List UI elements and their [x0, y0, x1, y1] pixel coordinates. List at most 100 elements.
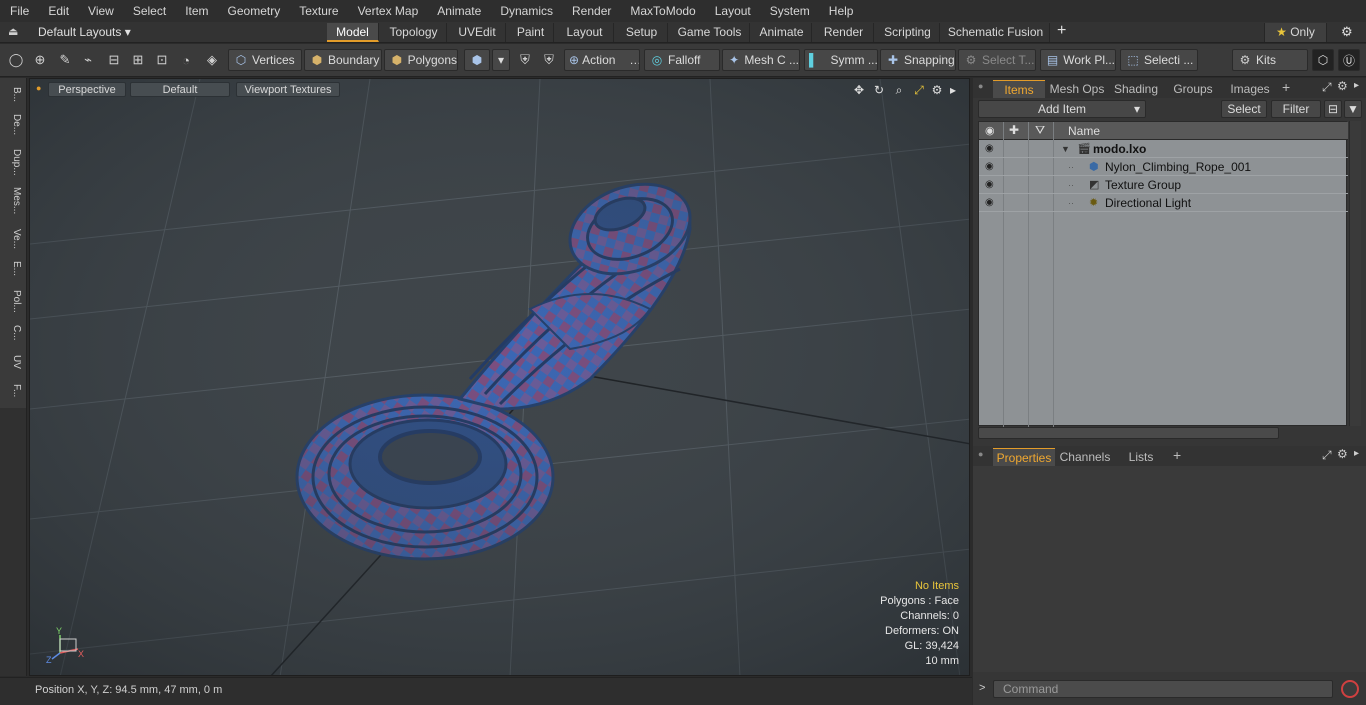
vtab-polygon[interactable]: Pol... — [4, 286, 22, 316]
items-vertical-scrollbar[interactable] — [1349, 121, 1361, 426]
expand-triangle-icon[interactable]: ▼ — [1061, 140, 1070, 158]
item-row-texture-group[interactable]: ◉ ·· ◩ Texture Group — [979, 176, 1348, 194]
vtab-vertex[interactable]: Ve... — [4, 226, 22, 252]
tab-mesh-ops[interactable]: Mesh Ops — [1049, 80, 1105, 98]
zoom-icon[interactable]: ⌕ — [891, 82, 907, 98]
tab-images[interactable]: Images — [1223, 80, 1277, 98]
snapping-button[interactable]: ✚ Snapping — [880, 49, 956, 71]
tab-setup[interactable]: Setup — [616, 23, 668, 42]
eye-icon[interactable]: ◉ — [985, 158, 999, 176]
menu-render[interactable]: Render — [562, 0, 620, 22]
add-item-button[interactable]: Add Item ▾ — [978, 100, 1146, 118]
item-row-scene[interactable]: ◉ ▼ 🎬︎ modo.lxo — [979, 140, 1348, 158]
vtab-edge[interactable]: E... — [4, 258, 22, 280]
tab-uvedit[interactable]: UVEdit — [449, 23, 506, 42]
layouts-dropdown[interactable]: Default Layouts ▾ — [38, 25, 131, 39]
vtab-curve[interactable]: C... — [4, 322, 22, 344]
perspective-button[interactable]: Perspective — [48, 82, 126, 97]
pen-icon[interactable]: ✎ — [55, 50, 75, 70]
vertices-button[interactable]: ⬡ Vertices — [228, 49, 302, 71]
tab-paint[interactable]: Paint — [508, 23, 554, 42]
menu-geometry[interactable]: Geometry — [218, 0, 290, 22]
tab-scripting[interactable]: Scripting — [876, 23, 940, 42]
menu-vertex-map[interactable]: Vertex Map — [348, 0, 428, 22]
tab-layout[interactable]: Layout — [556, 23, 614, 42]
eye-icon[interactable]: ◉ — [985, 176, 999, 194]
maximize-icon[interactable]: ⤢ — [911, 82, 927, 98]
panel-gear-icon[interactable]: ⚙ — [1337, 79, 1348, 93]
tab-schematic-fusion[interactable]: Schematic Fusion — [942, 23, 1050, 42]
rotate-icon[interactable]: ◔ — [176, 50, 196, 70]
menu-maxtomodo[interactable]: MaxToModo — [620, 0, 704, 22]
pivot-icon[interactable]: ⊡ — [152, 50, 172, 70]
panel-arrow-icon[interactable]: ▸ — [1354, 80, 1359, 91]
select-through-button[interactable]: ⚙ Select T... — [958, 49, 1036, 71]
add-props-tab-icon[interactable]: + — [1173, 447, 1181, 463]
center-icon[interactable]: ⊞ — [128, 50, 148, 70]
tab-channels[interactable]: Channels — [1057, 448, 1113, 466]
tab-game-tools[interactable]: Game Tools — [670, 23, 750, 42]
selection-sets-button[interactable]: ⬚ Selecti ... — [1120, 49, 1198, 71]
item-row-light[interactable]: ◉ ·· ✹ Directional Light — [979, 194, 1348, 212]
circle-select-icon[interactable]: ◯ — [6, 50, 26, 70]
type-header-icon[interactable]: ⛛ — [1035, 123, 1045, 138]
viewport-gear-icon[interactable]: ⚙ — [929, 82, 945, 98]
expand-right-icon[interactable]: ▸ — [945, 82, 961, 98]
item-mode-icon[interactable]: ◈ — [202, 50, 222, 70]
eye-icon[interactable]: ◉ — [985, 140, 999, 158]
tab-animate[interactable]: Animate — [752, 23, 812, 42]
work-plane-button[interactable]: ▤ Work Pl... — [1040, 49, 1116, 71]
menu-select[interactable]: Select — [123, 0, 175, 22]
menu-edit[interactable]: Edit — [38, 0, 78, 22]
mesh-constraint-button[interactable]: ✦ Mesh C ... — [722, 49, 800, 71]
layout-up-icon[interactable]: ⏏ — [8, 25, 18, 38]
3d-viewport[interactable]: Y X Z ● Perspective Default Viewport Tex… — [29, 78, 970, 676]
vtab-basic[interactable]: B... — [4, 84, 22, 106]
tab-properties[interactable]: Properties — [993, 448, 1055, 466]
brush-icon[interactable]: ⌁ — [78, 50, 98, 70]
lock-header-icon[interactable]: ✚ — [1009, 123, 1019, 137]
vtab-uv[interactable]: UV — [4, 352, 22, 372]
kits-button[interactable]: ⚙ Kits — [1232, 49, 1308, 71]
visibility-eye-icon[interactable]: ◉ — [985, 124, 995, 137]
item-row-mesh[interactable]: ◉ ·· ⬢ Nylon_Climbing_Rope_001 — [979, 158, 1348, 176]
pan-icon[interactable]: ✥ — [851, 82, 867, 98]
menu-view[interactable]: View — [78, 0, 123, 22]
menu-system[interactable]: System — [760, 0, 819, 22]
panel-dot-icon[interactable]: ● — [978, 81, 983, 91]
tab-items[interactable]: Items — [993, 80, 1045, 98]
panel-expand-icon[interactable]: ⤢ — [1322, 80, 1332, 95]
vtab-mesh-edit[interactable]: Mes... — [4, 184, 22, 218]
unreal-button[interactable]: Ⓤ — [1338, 49, 1360, 71]
material-dropdown[interactable]: ▾ — [492, 49, 510, 71]
record-macro-icon[interactable] — [1341, 680, 1359, 698]
viewport-dot-icon[interactable]: ● — [36, 83, 41, 93]
command-input[interactable]: Command — [993, 680, 1333, 698]
items-horizontal-scrollbar[interactable] — [978, 427, 1279, 439]
gear-icon[interactable]: ⚙ — [1341, 24, 1353, 40]
add-tab-icon[interactable]: + — [1057, 22, 1066, 40]
tab-topology[interactable]: Topology — [381, 23, 447, 42]
globe-icon[interactable]: ⊕ — [30, 50, 50, 70]
align-icon[interactable]: ⊟ — [104, 50, 124, 70]
only-toggle[interactable]: ★ Only — [1264, 23, 1327, 42]
menu-file[interactable]: File — [0, 0, 38, 22]
funnel-button[interactable]: ▼ — [1344, 100, 1362, 118]
tab-shading[interactable]: Shading — [1109, 80, 1163, 98]
boundary-button[interactable]: ⬢ Boundary — [304, 49, 382, 71]
eye-icon[interactable]: ◉ — [985, 194, 999, 212]
add-panel-tab-icon[interactable]: + — [1282, 79, 1290, 95]
menu-dynamics[interactable]: Dynamics — [490, 0, 562, 22]
menu-texture[interactable]: Texture — [289, 0, 347, 22]
menu-layout[interactable]: Layout — [705, 0, 760, 22]
props-arrow-icon[interactable]: ▸ — [1354, 448, 1359, 459]
props-expand-icon[interactable]: ⤢ — [1322, 448, 1332, 463]
unity-button[interactable]: ⬡ — [1312, 49, 1334, 71]
filter-button[interactable]: Filter — [1271, 100, 1321, 118]
tab-render[interactable]: Render — [814, 23, 874, 42]
symmetry-shield-icon[interactable]: ⛨ — [515, 50, 535, 70]
shading-button[interactable]: Default — [130, 82, 230, 97]
material-button[interactable]: ⬢ — [464, 49, 490, 71]
select-button[interactable]: Select — [1221, 100, 1267, 118]
props-gear-icon[interactable]: ⚙ — [1337, 447, 1348, 461]
